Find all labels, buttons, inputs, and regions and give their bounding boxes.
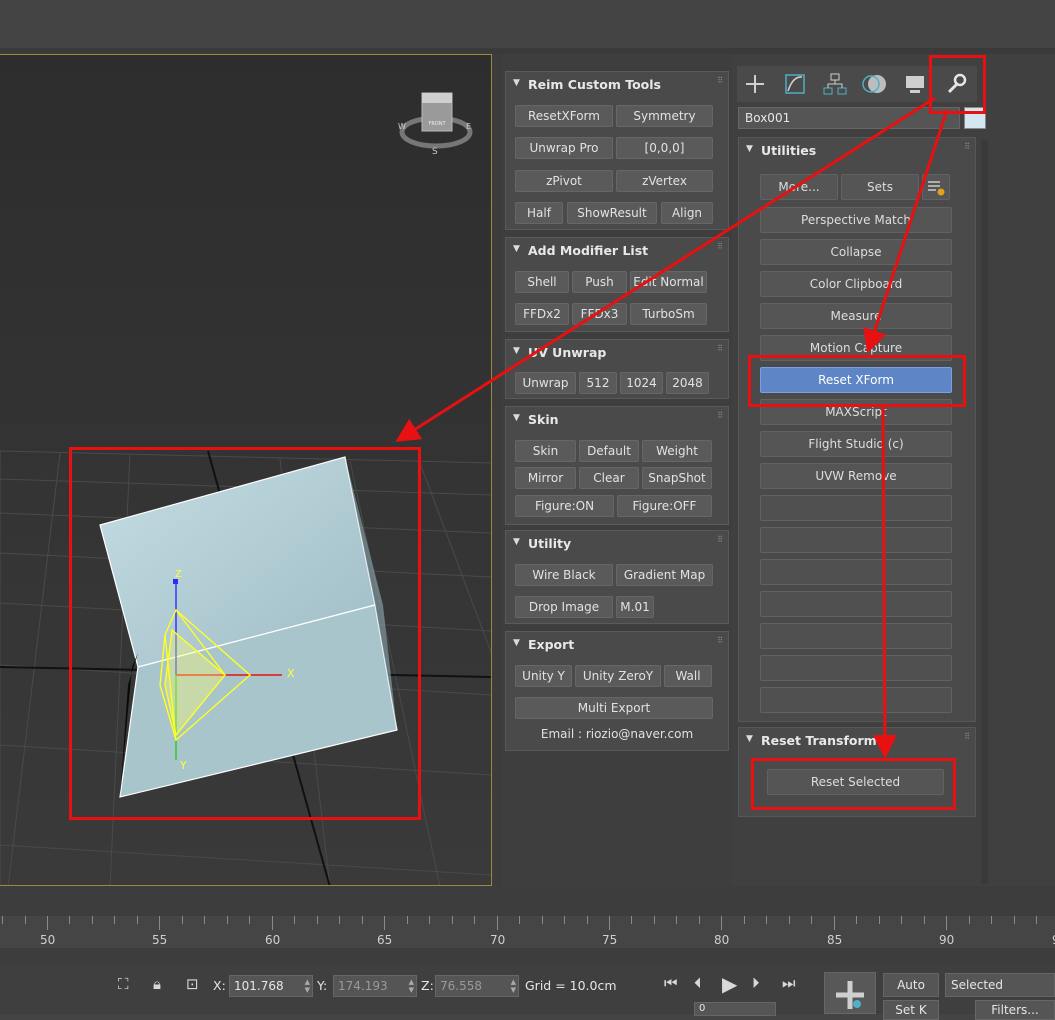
arrow-to-reset-selected	[872, 406, 897, 759]
arrow-to-viewport	[395, 96, 936, 442]
arrow-to-reset-xform	[863, 109, 949, 354]
annotation-arrows	[395, 96, 949, 759]
